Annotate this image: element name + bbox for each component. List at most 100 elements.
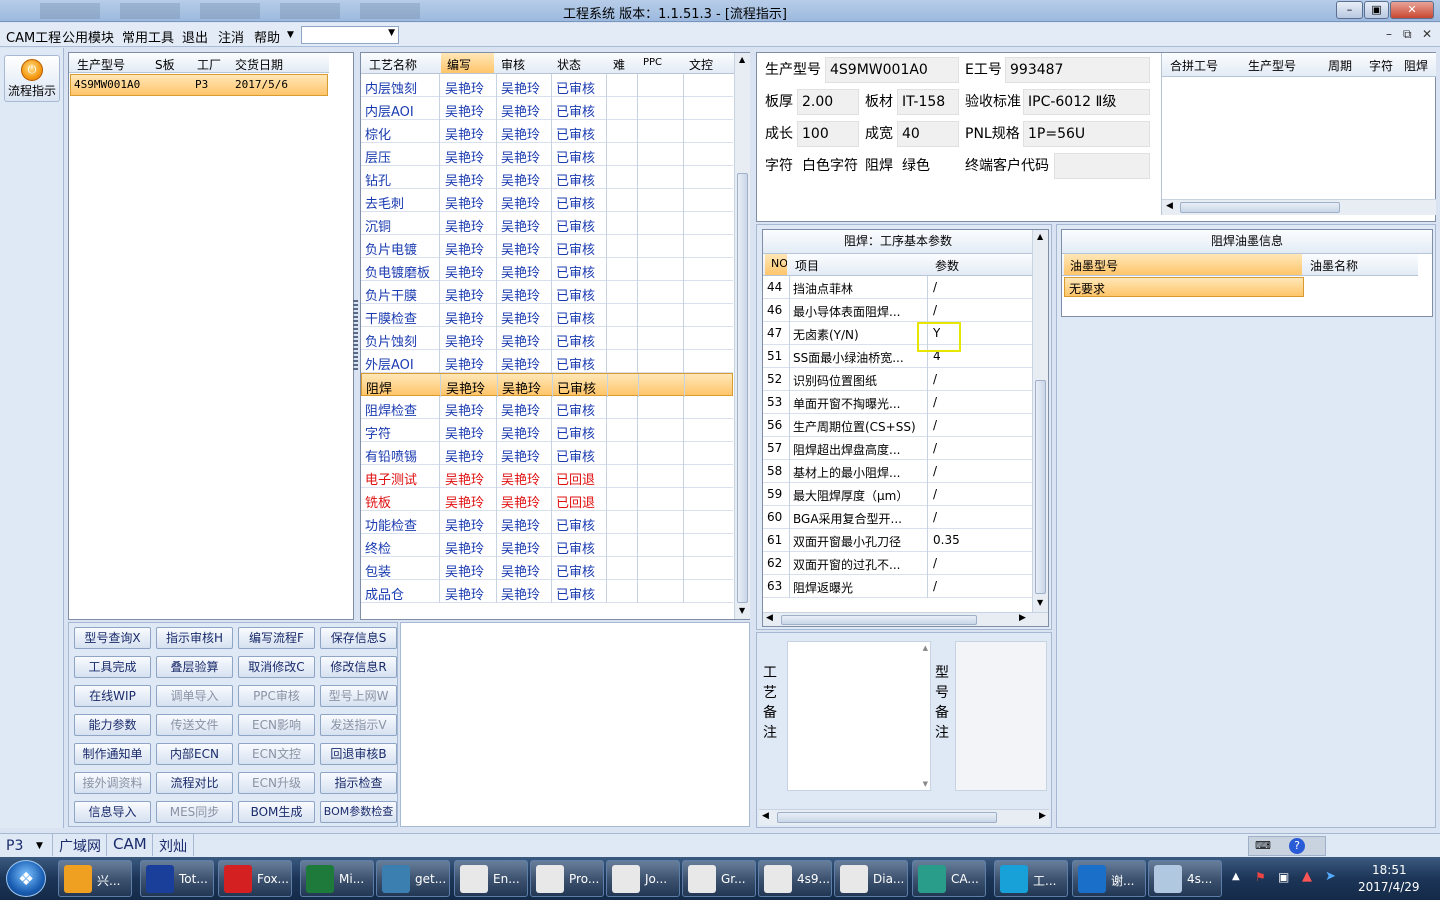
- scroll-down-icon[interactable]: ▼: [923, 780, 928, 788]
- mdi-restore-icon[interactable]: ⧉: [1403, 27, 1412, 42]
- ink-col-model[interactable]: 油墨型号: [1064, 254, 1302, 275]
- taskbar-button[interactable]: CA...: [912, 860, 986, 897]
- mdi-minimize-icon[interactable]: –: [1386, 27, 1392, 41]
- action-button[interactable]: 制作通知单: [74, 743, 151, 765]
- table-row[interactable]: 层压 吴艳玲 吴艳玲 已审核: [361, 143, 733, 166]
- merge-col-char[interactable]: 字符: [1369, 57, 1393, 74]
- order-col-model[interactable]: 生产型号: [77, 56, 125, 73]
- action-button[interactable]: 叠层验算: [156, 656, 233, 678]
- tray-expand-icon[interactable]: ▲: [1232, 871, 1240, 882]
- start-button[interactable]: ❖: [6, 860, 46, 897]
- params-col-no[interactable]: NO: [765, 254, 787, 275]
- table-row[interactable]: 铣板 吴艳玲 吴艳玲 已回退: [361, 488, 733, 511]
- order-col-factory[interactable]: 工厂: [197, 56, 221, 73]
- factory-select[interactable]: P3: [6, 838, 23, 854]
- taskbar-button[interactable]: 兴...: [58, 860, 132, 897]
- table-row[interactable]: 51 SS面最小绿油桥宽... 4: [763, 345, 1033, 368]
- width-field[interactable]: 40: [897, 121, 959, 147]
- table-row[interactable]: 负电镀磨板 吴艳玲 吴艳玲 已审核: [361, 258, 733, 281]
- table-row[interactable]: 47 无卤素(Y/N) Y: [763, 322, 1033, 345]
- action-button[interactable]: ECN升级: [238, 772, 315, 794]
- action-button[interactable]: 工具完成: [74, 656, 151, 678]
- process-col-reviewer[interactable]: 审核: [501, 56, 525, 73]
- action-button[interactable]: 能力参数: [74, 714, 151, 736]
- table-row[interactable]: 棕化 吴艳玲 吴艳玲 已审核: [361, 120, 733, 143]
- action-button[interactable]: 接外调资料: [74, 772, 151, 794]
- notes-hscroll-thumb[interactable]: [777, 812, 997, 823]
- order-col-s[interactable]: S板: [155, 56, 175, 73]
- action-button[interactable]: 指示检查: [320, 772, 397, 794]
- notes-hscrollbar[interactable]: ◀ ▶: [759, 809, 1049, 825]
- action-button[interactable]: 内部ECN: [156, 743, 233, 765]
- action-button[interactable]: ECN影响: [238, 714, 315, 736]
- table-row[interactable]: 去毛刺 吴艳玲 吴艳玲 已审核: [361, 189, 733, 212]
- table-row[interactable]: 61 双面开窗最小孔刀径 0.35: [763, 529, 1033, 552]
- table-row[interactable]: 60 BGA采用复合型开... /: [763, 506, 1033, 529]
- table-row[interactable]: 56 生产周期位置(CS+SS) /: [763, 414, 1033, 437]
- action-button[interactable]: 编写流程F: [238, 627, 315, 649]
- action-button[interactable]: MES同步: [156, 801, 233, 823]
- action-button[interactable]: 信息导入: [74, 801, 151, 823]
- merge-col-cycle[interactable]: 周期: [1328, 57, 1352, 74]
- table-row[interactable]: 57 阻焊超出焊盘高度... /: [763, 437, 1033, 460]
- ink-col-name[interactable]: 油墨名称: [1310, 257, 1358, 274]
- restore-button[interactable]: ▣: [1364, 1, 1389, 19]
- table-row[interactable]: 4S9MW001A0 P3 2017/5/6: [70, 74, 328, 96]
- flow-instruction-button[interactable]: ⏻ 流程指示: [4, 55, 60, 102]
- table-row[interactable]: 负片干膜 吴艳玲 吴艳玲 已审核: [361, 281, 733, 304]
- scroll-right-icon[interactable]: ▶: [1039, 811, 1046, 821]
- action-button[interactable]: 传送文件: [156, 714, 233, 736]
- scroll-down-icon[interactable]: ▼: [1037, 598, 1043, 607]
- table-row[interactable]: 有铅喷锡 吴艳玲 吴艳玲 已审核: [361, 442, 733, 465]
- customer-field[interactable]: [1054, 153, 1150, 179]
- char-field[interactable]: 白色字符: [797, 153, 859, 179]
- merge-hscrollbar[interactable]: ◀: [1162, 199, 1436, 215]
- sync-icon[interactable]: ➤: [1325, 869, 1336, 884]
- accept-field[interactable]: IPC-6012 Ⅱ级: [1023, 89, 1150, 115]
- table-row[interactable]: 58 基材上的最小阻焊... /: [763, 460, 1033, 483]
- menu-logout[interactable]: 注消: [218, 27, 244, 46]
- table-row[interactable]: 46 最小导体表面阻焊... /: [763, 299, 1033, 322]
- network-icon[interactable]: ▣: [1278, 870, 1289, 884]
- taskbar-button[interactable]: En...: [454, 860, 528, 897]
- process-col-name[interactable]: 工艺名称: [369, 56, 417, 73]
- antivirus-icon[interactable]: ▲: [1302, 869, 1312, 884]
- menu-tools[interactable]: 常用工具: [122, 27, 174, 46]
- params-col-item[interactable]: 项目: [795, 257, 819, 274]
- menu-combo[interactable]: ▼: [301, 26, 399, 44]
- table-row[interactable]: 53 单面开窗不掏曝光... /: [763, 391, 1033, 414]
- scroll-left-icon[interactable]: ◀: [1166, 201, 1173, 211]
- table-row[interactable]: 包装 吴艳玲 吴艳玲 已审核: [361, 557, 733, 580]
- action-button[interactable]: 取消修改C: [238, 656, 315, 678]
- params-col-value[interactable]: 参数: [935, 257, 959, 274]
- menu-exit[interactable]: 退出: [182, 27, 208, 46]
- merge-scroll-thumb[interactable]: [1180, 202, 1340, 213]
- taskbar-button[interactable]: Jo...: [606, 860, 680, 897]
- table-row[interactable]: 负片电镀 吴艳玲 吴艳玲 已审核: [361, 235, 733, 258]
- mask-field[interactable]: 绿色: [897, 153, 959, 179]
- taskbar-button[interactable]: 谢...: [1072, 860, 1146, 897]
- process-col-doc-control[interactable]: 文控: [689, 56, 713, 73]
- action-button[interactable]: 发送指示V: [320, 714, 397, 736]
- table-row[interactable]: 52 识别码位置图纸 /: [763, 368, 1033, 391]
- order-col-date[interactable]: 交货日期: [235, 56, 283, 73]
- table-row[interactable]: 阻焊 吴艳玲 吴艳玲 已审核: [361, 373, 733, 397]
- process-notes-field[interactable]: ▲ ▼: [787, 641, 931, 791]
- chevron-down-icon[interactable]: ▼: [36, 841, 43, 851]
- action-button[interactable]: 保存信息S: [320, 627, 397, 649]
- action-button[interactable]: 在线WIP: [74, 685, 151, 707]
- taskbar-button[interactable]: Tot...: [140, 860, 214, 897]
- menu-help[interactable]: 帮助: [254, 27, 280, 46]
- scroll-down-icon[interactable]: ▼: [739, 606, 745, 615]
- keyboard-icon[interactable]: ⌨: [1255, 839, 1271, 852]
- table-row[interactable]: 无要求: [1064, 277, 1304, 297]
- action-button[interactable]: 调单导入: [156, 685, 233, 707]
- table-row[interactable]: 62 双面开窗的过孔不... /: [763, 552, 1033, 575]
- table-row[interactable]: 钻孔 吴艳玲 吴艳玲 已审核: [361, 166, 733, 189]
- minimize-button[interactable]: –: [1336, 1, 1363, 19]
- table-row[interactable]: 干膜检查 吴艳玲 吴艳玲 已审核: [361, 304, 733, 327]
- table-row[interactable]: 内层蚀刻 吴艳玲 吴艳玲 已审核: [361, 74, 733, 97]
- process-scroll-thumb[interactable]: [737, 173, 748, 603]
- action-button[interactable]: PPC审核: [238, 685, 315, 707]
- table-row[interactable]: 字符 吴艳玲 吴艳玲 已审核: [361, 419, 733, 442]
